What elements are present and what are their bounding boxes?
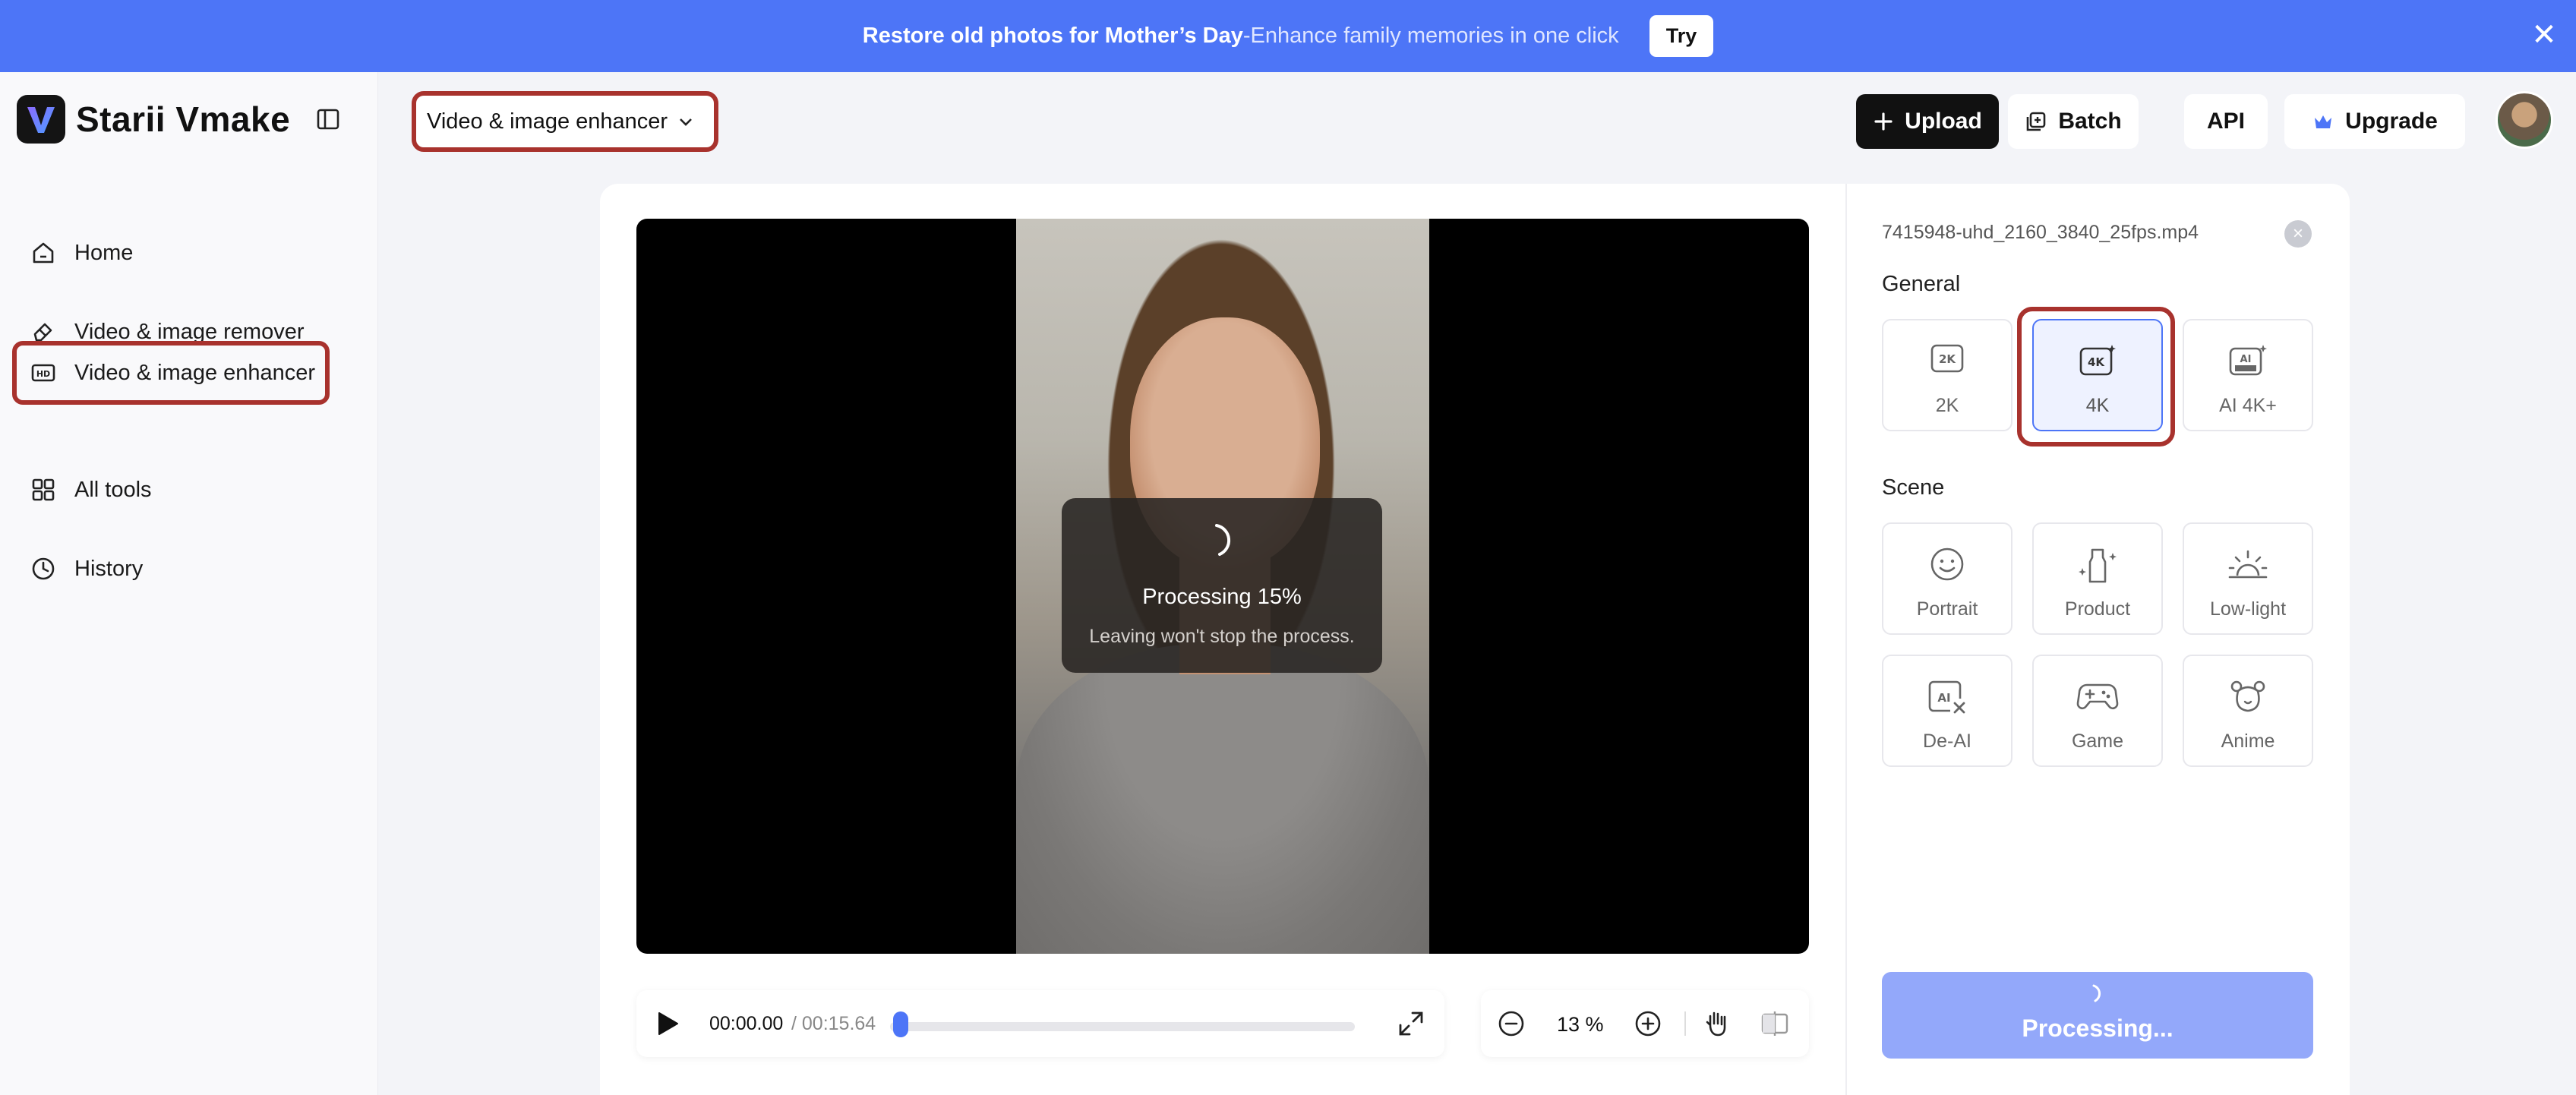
clock-icon	[32, 557, 55, 580]
zoom-out-icon[interactable]	[1498, 1010, 1525, 1037]
selection-highlight	[2017, 307, 2175, 447]
plus-icon	[1874, 112, 1893, 131]
option-label: Game	[2071, 731, 2124, 752]
option-ai-4k-plus[interactable]: AI AI 4K+	[2183, 319, 2313, 431]
option-label: Portrait	[1916, 598, 1978, 620]
banner-try-button[interactable]: Try	[1649, 15, 1714, 57]
hd-icon: HD	[31, 364, 55, 382]
tool-select-dropdown[interactable]: Video & image enhancer	[412, 91, 718, 152]
option-label: Low-light	[2209, 598, 2287, 620]
option-2k[interactable]: 2K 2K	[1882, 319, 2012, 431]
spinner-icon	[2092, 984, 2101, 1002]
logo-mark-icon	[17, 95, 65, 144]
scene-product[interactable]: Product	[2032, 522, 2163, 635]
scene-low-light[interactable]: Low-light	[2183, 522, 2313, 635]
banner-close-icon[interactable]: ✕	[2529, 20, 2559, 50]
timeline-track[interactable]	[890, 1022, 1355, 1031]
smile-icon	[1930, 548, 1964, 581]
gamepad-icon	[2076, 683, 2119, 710]
processing-overlay: Processing 15% Leaving won't stop the pr…	[1062, 498, 1382, 673]
zoom-in-icon[interactable]	[1634, 1010, 1662, 1037]
banner-subtitle: -Enhance family memories in one click	[1242, 24, 1619, 48]
sidebar-item-all-tools[interactable]: All tools	[17, 458, 328, 522]
file-name: 7415948-uhd_2160_3840_25fps.mp4	[1882, 222, 2199, 243]
remove-file-icon[interactable]: ×	[2284, 220, 2312, 248]
promo-banner: Restore old photos for Mother’s Day -Enh…	[0, 0, 2576, 72]
chevron-down-icon	[680, 118, 692, 126]
sidebar: Starii Vmake Home Video & image remover …	[0, 72, 378, 1095]
batch-button[interactable]: Batch	[2008, 94, 2139, 149]
api-label: API	[2206, 109, 2245, 134]
processing-status: Processing 15%	[1142, 585, 1302, 609]
batch-label: Batch	[2058, 109, 2122, 134]
brand-name: Starii Vmake	[76, 99, 291, 139]
svg-text:2K: 2K	[1939, 352, 1956, 366]
player-controls: 00:00.00 / 00:15.64	[636, 990, 1444, 1057]
sidebar-item-label: All tools	[74, 477, 152, 502]
sidebar-item-label: Home	[74, 240, 134, 265]
ai-ultra-icon: AI	[2229, 345, 2267, 376]
sidebar-item-label: Video & image enhancer	[74, 360, 316, 385]
crown-icon	[2315, 115, 2332, 128]
option-label: AI 4K+	[2219, 395, 2277, 416]
sidebar-item-label: History	[74, 556, 144, 581]
option-label: Anime	[2221, 731, 2275, 752]
tool-select-value: Video & image enhancer	[427, 109, 668, 134]
hand-pan-icon[interactable]	[1701, 1008, 1732, 1039]
scene-label: Scene	[1882, 475, 1945, 500]
upload-button[interactable]: Upload	[1856, 94, 1999, 149]
sunrise-icon	[2228, 550, 2268, 579]
batch-icon	[2027, 112, 2046, 131]
scene-portrait[interactable]: Portrait	[1882, 522, 2012, 635]
2k-icon: 2K	[1930, 344, 1964, 373]
timeline-thumb[interactable]	[893, 1011, 908, 1037]
scene-de-ai[interactable]: AI De-AI	[1882, 655, 2012, 767]
bear-icon	[2230, 680, 2265, 712]
upgrade-button[interactable]: Upgrade	[2284, 94, 2465, 149]
brand-logo[interactable]: Starii Vmake	[17, 95, 290, 144]
option-label: De-AI	[1923, 731, 1971, 752]
svg-text:AI: AI	[1937, 691, 1950, 705]
process-button[interactable]: Processing...	[1882, 972, 2313, 1059]
bottle-icon	[2079, 548, 2117, 583]
option-label: Product	[2064, 598, 2131, 620]
home-icon	[33, 242, 54, 263]
compare-icon[interactable]	[1760, 1010, 1789, 1037]
svg-text:HD: HD	[36, 369, 50, 379]
upload-label: Upload	[1905, 109, 1982, 134]
svg-text:AI: AI	[2240, 354, 2252, 365]
avatar[interactable]	[2496, 91, 2553, 149]
fullscreen-icon[interactable]	[1397, 1010, 1425, 1037]
banner-title: Restore old photos for Mother’s Day	[862, 24, 1243, 48]
grid-icon	[32, 478, 55, 501]
scene-game[interactable]: Game	[2032, 655, 2163, 767]
spinner-icon	[1215, 524, 1231, 556]
zoom-controls: 13 %	[1481, 990, 1809, 1057]
api-button[interactable]: API	[2184, 94, 2268, 149]
zoom-divider	[1684, 1011, 1686, 1036]
option-label: 2K	[1935, 395, 1959, 416]
processing-note: Leaving won't stop the process.	[1089, 626, 1355, 647]
sidebar-item-enhancer[interactable]: HD Video & image enhancer	[12, 341, 330, 405]
panel-divider	[1845, 184, 1847, 1095]
upgrade-label: Upgrade	[2345, 109, 2438, 134]
sidebar-collapse-icon[interactable]	[316, 107, 340, 131]
general-label: General	[1882, 272, 1961, 296]
process-button-label: Processing...	[2022, 1015, 2174, 1042]
sidebar-item-home[interactable]: Home	[17, 221, 328, 285]
play-icon[interactable]	[653, 1010, 680, 1037]
scene-anime[interactable]: Anime	[2183, 655, 2313, 767]
sidebar-item-history[interactable]: History	[17, 537, 328, 601]
current-time: 00:00.00	[709, 1013, 784, 1034]
zoom-level: 13 %	[1557, 1013, 1604, 1036]
de-ai-icon: AI	[1928, 680, 1965, 714]
total-time: / 00:15.64	[791, 1013, 876, 1034]
